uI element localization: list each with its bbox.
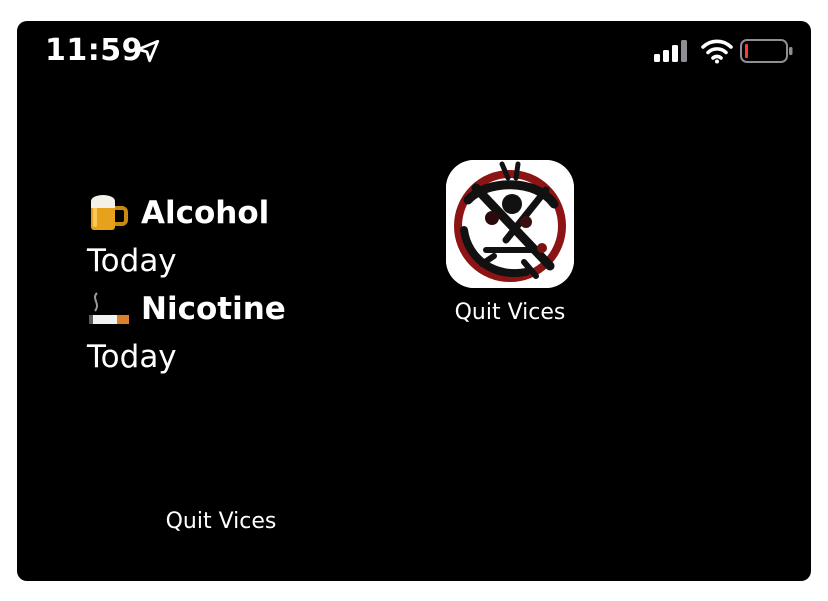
vice-name: Alcohol bbox=[141, 195, 270, 231]
home-screen: 11:59 Alcohol Today Nicotine Today Quit … bbox=[17, 21, 811, 581]
vice-date: Today bbox=[87, 243, 177, 279]
beer-mug-icon bbox=[91, 195, 128, 230]
vice-name: Nicotine bbox=[141, 291, 286, 327]
wifi-icon bbox=[701, 39, 733, 64]
quit-vices-app-icon[interactable] bbox=[446, 160, 574, 288]
app-label: Quit Vices bbox=[454, 300, 566, 325]
vice-item-alcohol: Alcohol bbox=[87, 191, 387, 235]
widget-label: Quit Vices bbox=[165, 509, 277, 534]
cellular-signal-icon bbox=[654, 40, 687, 62]
location-arrow-icon bbox=[136, 39, 160, 63]
status-time: 11:59 bbox=[45, 33, 143, 68]
battery-low-icon bbox=[740, 39, 793, 63]
cigarette-icon bbox=[89, 292, 129, 324]
quit-vices-logo-icon bbox=[446, 160, 574, 288]
vices-widget[interactable]: Alcohol Today Nicotine Today bbox=[87, 191, 387, 391]
vice-date: Today bbox=[87, 339, 177, 375]
vice-item-nicotine: Nicotine bbox=[87, 287, 387, 331]
